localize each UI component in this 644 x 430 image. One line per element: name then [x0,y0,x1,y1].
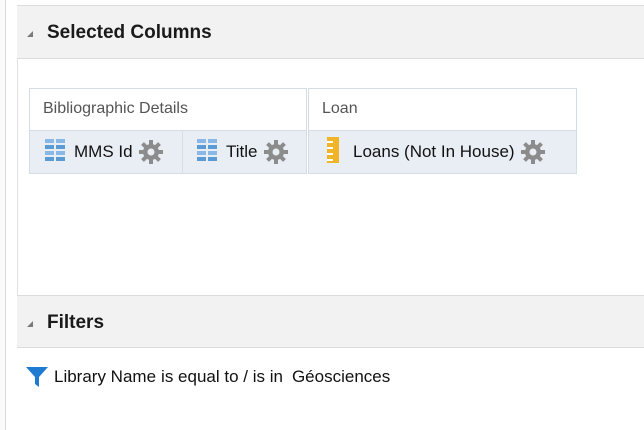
column-group-loan: Loan Loans (Not In House) [308,88,577,174]
column-label: Title [226,142,258,161]
left-border [0,0,6,430]
filter-field[interactable]: Library Name [54,367,156,387]
attribute-grid-icon [197,138,217,166]
column-group-bibliographic: Bibliographic Details MMS Id Title [29,88,307,174]
column-label: Loans (Not In House) [353,142,515,161]
column-group-label: Bibliographic Details [43,100,188,117]
selected-columns-title: Selected Columns [47,22,212,43]
attribute-grid-icon [45,138,65,166]
selected-columns-header[interactable]: Selected Columns [17,5,644,59]
filter-operator: is equal to / is in [161,367,283,386]
filter-item[interactable]: Library Name is equal to / is in Géoscie… [26,366,390,388]
collapse-triangle-icon[interactable] [27,321,33,327]
gear-icon[interactable] [138,140,163,164]
column-label: MMS Id [74,142,133,161]
filter-funnel-icon [26,366,48,388]
column-group-label: Loan [322,100,358,117]
filters-header[interactable]: Filters [17,295,644,348]
column-title[interactable]: Title [182,130,307,174]
column-mms-id[interactable]: MMS Id [29,130,183,174]
column-loans-not-in-house[interactable]: Loans (Not In House) [308,130,577,174]
filters-title: Filters [47,312,105,333]
selected-columns-body: Bibliographic Details MMS Id Title Loan … [17,59,644,295]
collapse-triangle-icon[interactable] [27,31,33,37]
filter-value[interactable]: Géosciences [292,367,390,387]
measure-ruler-icon [327,136,339,168]
gear-icon[interactable] [520,140,545,164]
gear-icon[interactable] [263,140,288,164]
